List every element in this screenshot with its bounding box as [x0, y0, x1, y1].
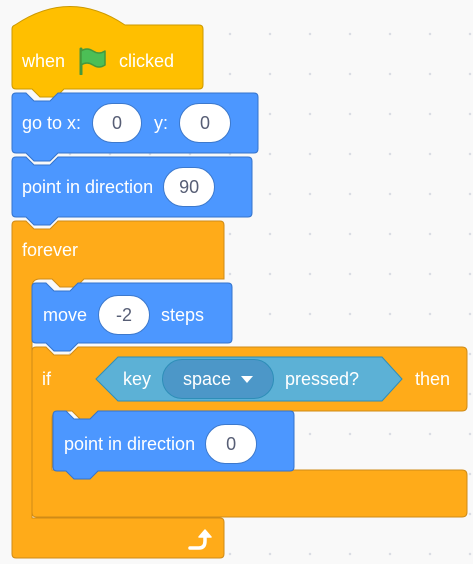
green-flag-icon[interactable]: [77, 47, 107, 75]
steps-label: steps: [161, 304, 205, 325]
forever-label: forever: [22, 240, 79, 260]
inner-point-content: point in direction 0: [64, 424, 258, 464]
hat-content: when clicked: [22, 47, 174, 75]
y-label: y:: [154, 112, 169, 133]
move-content: move -2 steps: [43, 295, 204, 335]
key-dropdown-value: space: [182, 368, 232, 389]
key-label: key: [123, 368, 152, 389]
x-input[interactable]: 0: [92, 103, 143, 143]
dropdown-caret-icon[interactable]: [241, 375, 254, 383]
key-dropdown[interactable]: space: [162, 359, 275, 399]
clicked-label: clicked: [119, 50, 175, 71]
script-canvas: [11, 6, 468, 559]
direction-input[interactable]: 90: [163, 167, 216, 207]
y-input[interactable]: 0: [179, 103, 232, 143]
goto-x-label: go to x:: [22, 112, 82, 133]
when-label: when: [22, 50, 66, 71]
if-label: if: [42, 369, 51, 389]
if-content: if: [42, 369, 51, 390]
point-in-direction-label: point in direction: [22, 176, 154, 197]
point-direction-content: point in direction 90: [22, 167, 216, 207]
steps-input[interactable]: -2: [98, 295, 151, 335]
then-content: then: [415, 369, 450, 390]
forever-content: forever: [22, 240, 78, 261]
inner-direction-input[interactable]: 0: [205, 424, 258, 464]
goto-content: go to x: 0 y: 0: [22, 103, 232, 143]
pressed-label: pressed?: [285, 368, 360, 389]
loop-arrow-icon: [186, 527, 212, 556]
key-pressed-content: key space pressed?: [123, 359, 359, 399]
inner-point-in-direction-label: point in direction: [64, 433, 196, 454]
then-label: then: [415, 369, 451, 389]
move-label: move: [43, 304, 88, 325]
